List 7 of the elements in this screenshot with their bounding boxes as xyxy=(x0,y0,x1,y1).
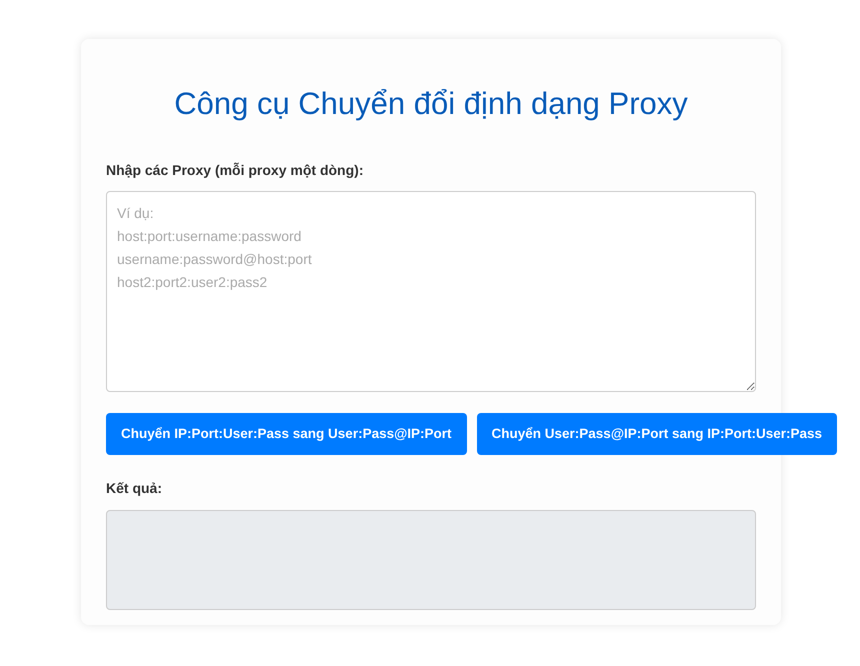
proxy-input-field[interactable]: Ví dụ: host:port:username:password username:password@host:port host2:port2:user2:pass2 xyxy=(106,191,756,392)
convert-button[interactable]: Chuyển User:Pass@IP:Port sang IP:Port:User:Pass xyxy=(476,413,838,455)
page-title: Công cụ Chuyển đổi định dạng Proxy xyxy=(173,85,689,123)
result-field[interactable] xyxy=(106,510,756,610)
convert-button[interactable]: Chuyển IP:Port:User:Pass sang User:Pass@IP:Port xyxy=(106,413,467,455)
result-label: Kết quả: xyxy=(106,479,163,498)
input-label: Nhập các Proxy (mỗi proxy một dòng): xyxy=(106,161,364,180)
